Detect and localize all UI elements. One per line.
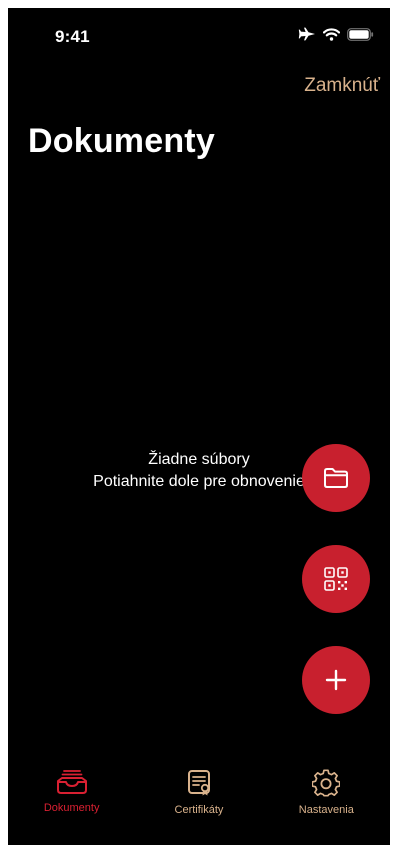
page-title: Dokumenty [28,122,215,160]
lock-button[interactable]: Zamknúť [304,75,380,97]
tray-icon [55,769,89,795]
tab-label-nastavenia: Nastavenia [298,804,354,816]
open-folder-button[interactable] [302,444,370,512]
battery-icon [347,27,374,41]
status-time: 9:41 [55,27,90,46]
folder-icon [323,467,349,489]
certificate-icon [184,769,214,797]
gear-icon [312,769,341,797]
tab-nastavenia[interactable]: Nastavenia [263,755,390,845]
tab-bar: Dokumenty Certifikáty Nastavenia [8,755,390,845]
plus-icon [325,669,347,691]
status-icons [298,27,374,41]
tab-label-dokumenty: Dokumenty [43,802,100,814]
qr-code-icon [323,566,349,592]
tab-certifikaty[interactable]: Certifikáty [135,755,262,845]
app-screen: 9:41 Zamknúť Dokumenty Žiadne súbory Pot… [8,8,390,845]
tab-dokumenty[interactable]: Dokumenty [8,755,135,845]
airplane-icon [298,27,316,41]
wifi-icon [323,27,340,41]
tab-label-certifikaty: Certifikáty [174,804,224,816]
add-button[interactable] [302,646,370,714]
status-bar: 9:41 [8,8,390,58]
scan-qr-button[interactable] [302,545,370,613]
